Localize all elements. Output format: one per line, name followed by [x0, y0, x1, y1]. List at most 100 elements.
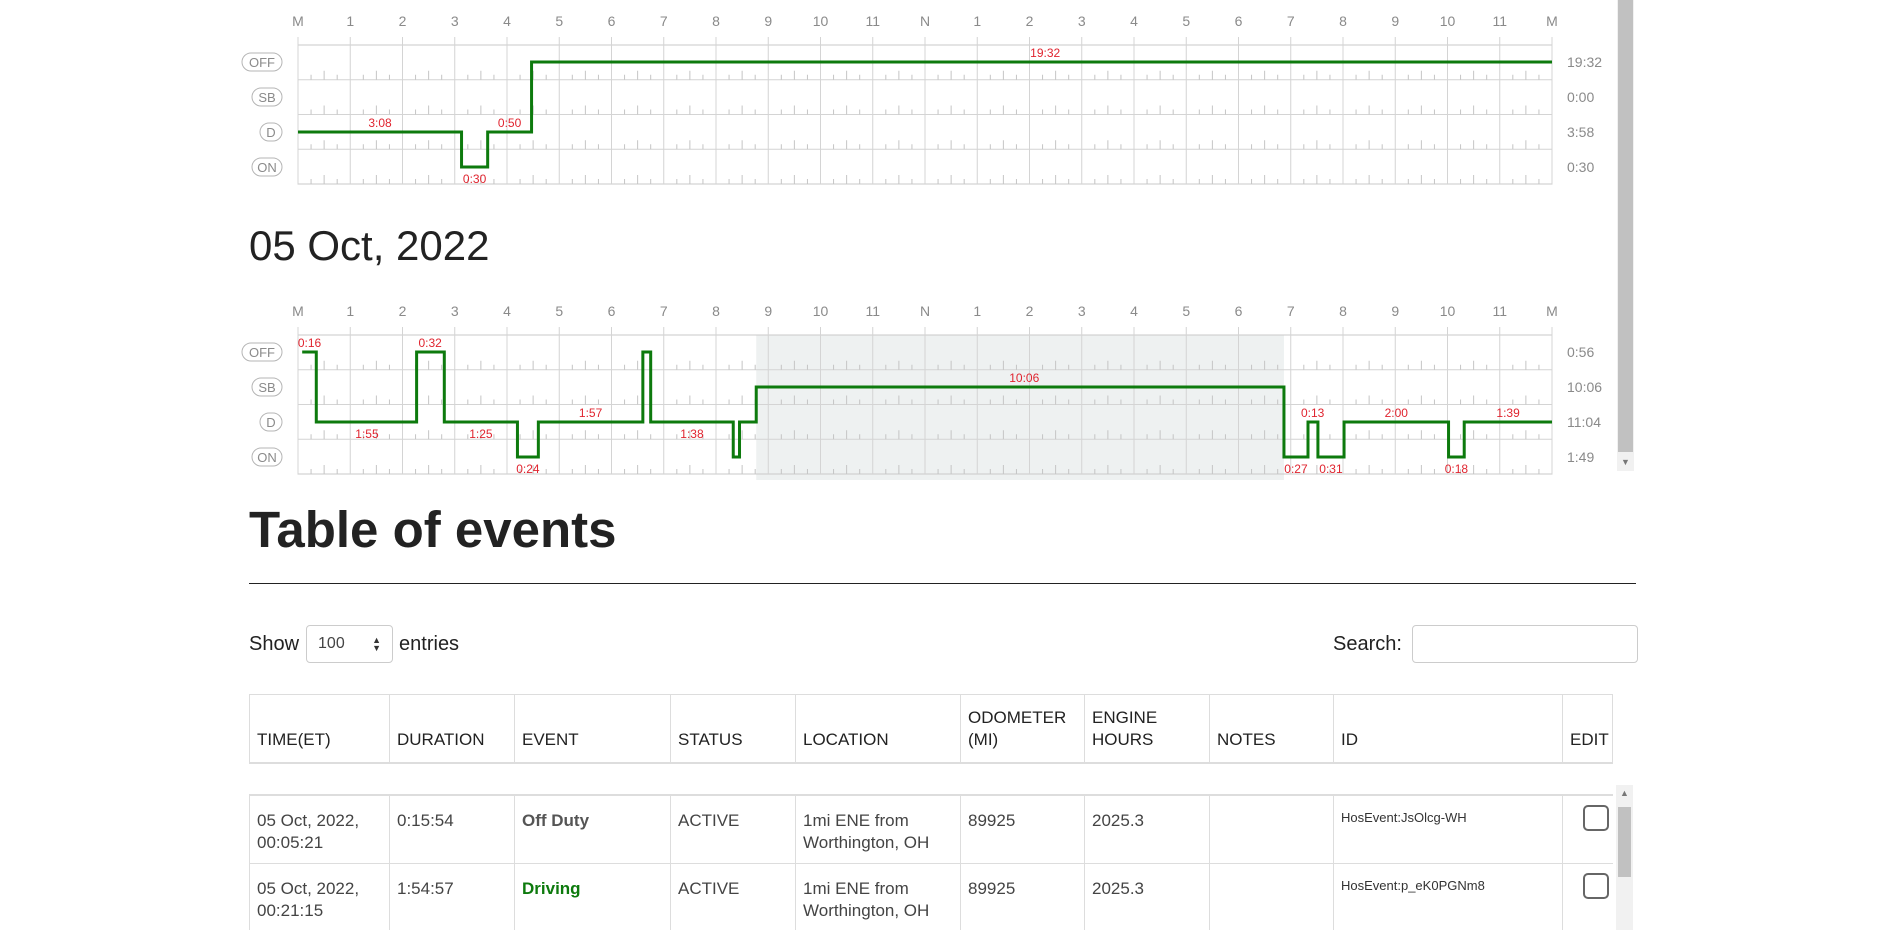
duration-label: 1:57	[579, 406, 603, 420]
column-header-time[interactable]: TIME(ET)	[250, 695, 390, 763]
hour-label: 6	[608, 303, 616, 319]
edit-checkbox[interactable]	[1583, 805, 1609, 831]
hour-label: 5	[1182, 13, 1190, 29]
row-total: 3:58	[1567, 124, 1594, 140]
duration-label: 2:00	[1385, 406, 1409, 420]
edit-checkbox[interactable]	[1583, 873, 1609, 899]
cell-engine-hours: 2025.3	[1085, 864, 1210, 930]
hour-label: 5	[1182, 303, 1190, 319]
length-menu-suffix: entries	[399, 632, 460, 655]
status-label-sb: SB	[258, 380, 275, 395]
hour-label: 7	[1287, 303, 1295, 319]
duration-label: 0:16	[298, 336, 322, 350]
cell-time: 05 Oct, 2022, 00:21:15	[250, 864, 390, 930]
cell-edit	[1563, 864, 1613, 930]
hour-label: 4	[503, 303, 511, 319]
log-graph-previous: M 1 2 3 4 5 6 7 8 9 10 11 N 1 2 3 4 5 6 7 8 9 10 11 M OFF SB D ON 19:…	[241, 13, 1602, 186]
hour-label: 3	[451, 303, 459, 319]
table-row[interactable]: 05 Oct, 2022, 00:21:15 1:54:57 Driving ACTI…	[250, 864, 1613, 930]
hour-label: 9	[764, 303, 772, 319]
cell-location: 1mi ENE from Worthington, OH	[796, 796, 961, 864]
search-control: Search:	[1333, 624, 1638, 664]
entries-select[interactable]: 100 ▲ ▼	[306, 625, 394, 663]
hour-label: 6	[608, 13, 616, 29]
hour-label: 1	[346, 303, 354, 319]
hour-label: 1	[346, 13, 354, 29]
status-label-off: OFF	[249, 345, 275, 360]
duration-label: 1:25	[469, 427, 493, 441]
entries-select-value: 100	[318, 635, 345, 652]
column-header-location[interactable]: LOCATION	[796, 695, 961, 763]
hour-label: 11	[865, 303, 880, 319]
hour-label: 8	[712, 13, 720, 29]
hour-label: 2	[1026, 303, 1034, 319]
cell-odometer: 89925	[961, 796, 1085, 864]
cell-notes	[1210, 864, 1334, 930]
hour-label: 4	[503, 13, 511, 29]
hour-label: M	[1546, 13, 1558, 29]
hour-label: 4	[1130, 13, 1138, 29]
duration-label: 1:55	[355, 427, 379, 441]
hour-label: 5	[555, 303, 563, 319]
table-of-events-title: Table of events	[249, 501, 617, 558]
row-total: 1:49	[1567, 449, 1594, 465]
hour-label: 5	[555, 13, 563, 29]
hour-label: 1	[973, 303, 981, 319]
hour-label: 7	[1287, 13, 1295, 29]
cell-engine-hours: 2025.3	[1085, 796, 1210, 864]
hour-label: 4	[1130, 303, 1138, 319]
hour-label: 8	[1339, 303, 1347, 319]
hour-label: 6	[1235, 13, 1243, 29]
column-header-event[interactable]: EVENT	[515, 695, 671, 763]
hour-label: 7	[660, 303, 668, 319]
table-body: 05 Oct, 2022, 00:05:21 0:15:54 Off Duty ACT…	[249, 794, 1613, 930]
search-input[interactable]	[1411, 625, 1638, 663]
status-label-sb: SB	[258, 90, 275, 105]
hour-label: 6	[1235, 303, 1243, 319]
hour-label: N	[920, 13, 930, 29]
cell-event: Off Duty	[515, 796, 671, 864]
hour-label: 1	[973, 13, 981, 29]
hour-label: 3	[451, 13, 459, 29]
scroll-down-arrow-icon[interactable]: ▼	[1617, 454, 1634, 471]
row-total: 0:56	[1567, 344, 1594, 360]
duration-label: 0:31	[1319, 462, 1343, 476]
shaded-period	[756, 335, 1284, 480]
hour-label: 2	[399, 13, 407, 29]
status-label-on: ON	[257, 450, 277, 465]
table-header: TIME(ET) DURATION EVENT STATUS LOCATION ODOME…	[249, 694, 1613, 764]
cell-duration: 1:54:57	[390, 864, 515, 930]
column-header-status[interactable]: STATUS	[671, 695, 796, 763]
status-label-d: D	[266, 125, 275, 140]
hour-label: 2	[1026, 13, 1034, 29]
page-scrollbar[interactable]: ▼	[1617, 0, 1634, 471]
section-divider	[249, 583, 1636, 584]
hour-label: M	[292, 303, 304, 319]
duration-label: 0:30	[463, 172, 487, 186]
search-label: Search:	[1333, 632, 1402, 655]
cell-status: ACTIVE	[671, 864, 796, 930]
hour-label: 2	[399, 303, 407, 319]
status-label-d: D	[266, 415, 275, 430]
column-header-duration[interactable]: DURATION	[390, 695, 515, 763]
hour-label: M	[1546, 303, 1558, 319]
column-header-engine-hours[interactable]: ENGINE HOURS	[1085, 695, 1210, 763]
cell-time: 05 Oct, 2022, 00:05:21	[250, 796, 390, 864]
column-header-notes[interactable]: NOTES	[1210, 695, 1334, 763]
status-label-on: ON	[257, 160, 277, 175]
duration-label: 0:27	[1284, 462, 1308, 476]
table-scrollbar[interactable]: ▲	[1616, 785, 1633, 930]
column-header-id[interactable]: ID	[1334, 695, 1563, 763]
page-scrollbar-thumb[interactable]	[1618, 0, 1633, 452]
row-total: 19:32	[1567, 54, 1602, 70]
hour-label: 8	[712, 303, 720, 319]
cell-id: HosEvent:JsOlcg-WH	[1334, 796, 1563, 864]
column-header-odometer[interactable]: ODOMETER (MI)	[961, 695, 1085, 763]
scroll-up-arrow-icon[interactable]: ▲	[1616, 785, 1633, 802]
table-scrollbar-thumb[interactable]	[1618, 807, 1631, 877]
column-header-edit[interactable]: EDIT	[1563, 695, 1614, 763]
table-row[interactable]: 05 Oct, 2022, 00:05:21 0:15:54 Off Duty ACT…	[250, 796, 1613, 864]
hour-label: 8	[1339, 13, 1347, 29]
hour-label: 11	[1492, 303, 1507, 319]
hour-label: 3	[1078, 303, 1086, 319]
